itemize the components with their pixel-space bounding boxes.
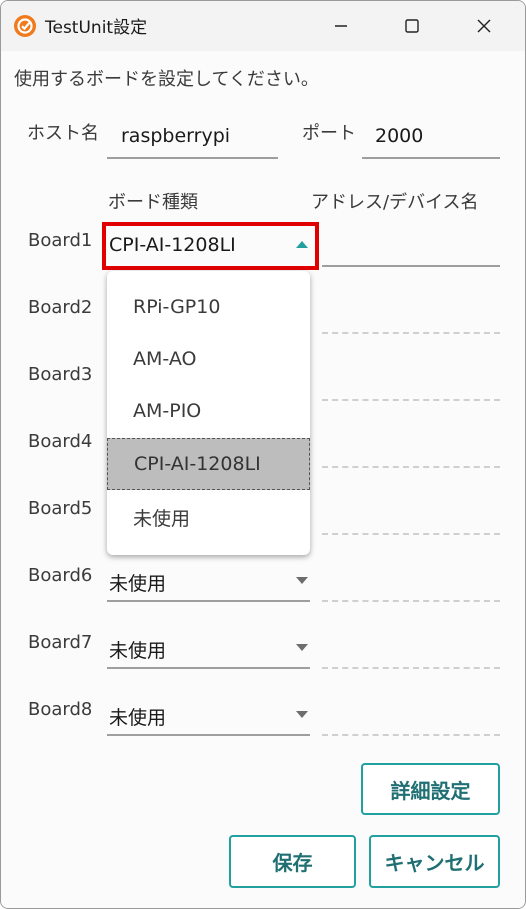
board5-label: Board5 [28, 498, 93, 519]
board-type-header: ボード種類 [108, 192, 198, 213]
board6-address-input[interactable] [322, 600, 500, 602]
host-label: ホスト名 [27, 123, 99, 144]
chevron-down-icon[interactable] [296, 711, 308, 718]
close-icon [477, 19, 491, 33]
port-label: ポート [302, 123, 356, 144]
close-button[interactable] [449, 1, 519, 51]
board1-label: Board1 [28, 230, 93, 251]
board8-label: Board8 [28, 699, 93, 720]
minimize-button[interactable] [306, 1, 376, 51]
board6-select[interactable]: 未使用 [109, 569, 166, 596]
dropdown-option-label: AM-PIO [133, 400, 202, 422]
board3-label: Board3 [28, 364, 93, 385]
title-bar[interactable]: TestUnit設定 [1, 1, 525, 51]
board6-select-underline [107, 600, 310, 602]
board7-address-input[interactable] [322, 667, 500, 669]
advanced-settings-button[interactable]: 詳細設定 [361, 763, 500, 815]
dropdown-option[interactable]: AM-AO [107, 334, 310, 386]
board8-select-underline [107, 734, 310, 736]
board7-select[interactable]: 未使用 [109, 636, 166, 663]
board5-address-input[interactable] [322, 533, 500, 535]
board3-address-input[interactable] [322, 399, 500, 401]
board4-label: Board4 [28, 431, 93, 452]
maximize-icon [405, 19, 419, 33]
dropdown-option-label: 未使用 [133, 508, 191, 530]
board1-address-input[interactable] [322, 265, 500, 267]
dropdown-option-selected[interactable]: CPI-AI-1208LI [107, 438, 310, 490]
dropdown-option-label: CPI-AI-1208LI [134, 453, 261, 475]
cancel-button[interactable]: キャンセル [369, 835, 500, 888]
port-input-underline [362, 157, 500, 159]
board8-address-input[interactable] [322, 734, 500, 736]
dropdown-option[interactable]: AM-PIO [107, 386, 310, 438]
dropdown-option[interactable]: RPi-GP10 [107, 282, 310, 334]
settings-window: TestUnit設定 使用するボードを設定してください。 ホスト名 raspbe… [0, 0, 526, 909]
chevron-down-icon[interactable] [296, 644, 308, 651]
board6-label: Board6 [28, 565, 93, 586]
board-type-dropdown-list: RPi-GP10 AM-AO AM-PIO CPI-AI-1208LI 未使用 [107, 271, 310, 555]
dropdown-option[interactable]: 未使用 [107, 490, 310, 542]
host-input-underline [107, 157, 278, 159]
chevron-down-icon[interactable] [296, 577, 308, 584]
board8-select[interactable]: 未使用 [109, 703, 166, 730]
maximize-button[interactable] [377, 1, 447, 51]
board2-label: Board2 [28, 297, 93, 318]
highlight-frame [102, 222, 319, 270]
host-input[interactable]: raspberrypi [121, 125, 230, 147]
app-logo-icon [14, 15, 36, 37]
board7-label: Board7 [28, 632, 93, 653]
address-header: アドレス/デバイス名 [311, 192, 479, 213]
save-button[interactable]: 保存 [229, 835, 356, 888]
dropdown-option-label: AM-AO [133, 348, 197, 370]
board2-address-input[interactable] [322, 332, 500, 334]
dropdown-option-label: RPi-GP10 [133, 296, 221, 318]
minimize-icon [335, 25, 347, 27]
instruction-text: 使用するボードを設定してください。 [14, 69, 319, 90]
window-title: TestUnit設定 [45, 18, 148, 38]
board7-select-underline [107, 667, 310, 669]
board4-address-input[interactable] [322, 466, 500, 468]
port-input[interactable]: 2000 [375, 125, 423, 147]
